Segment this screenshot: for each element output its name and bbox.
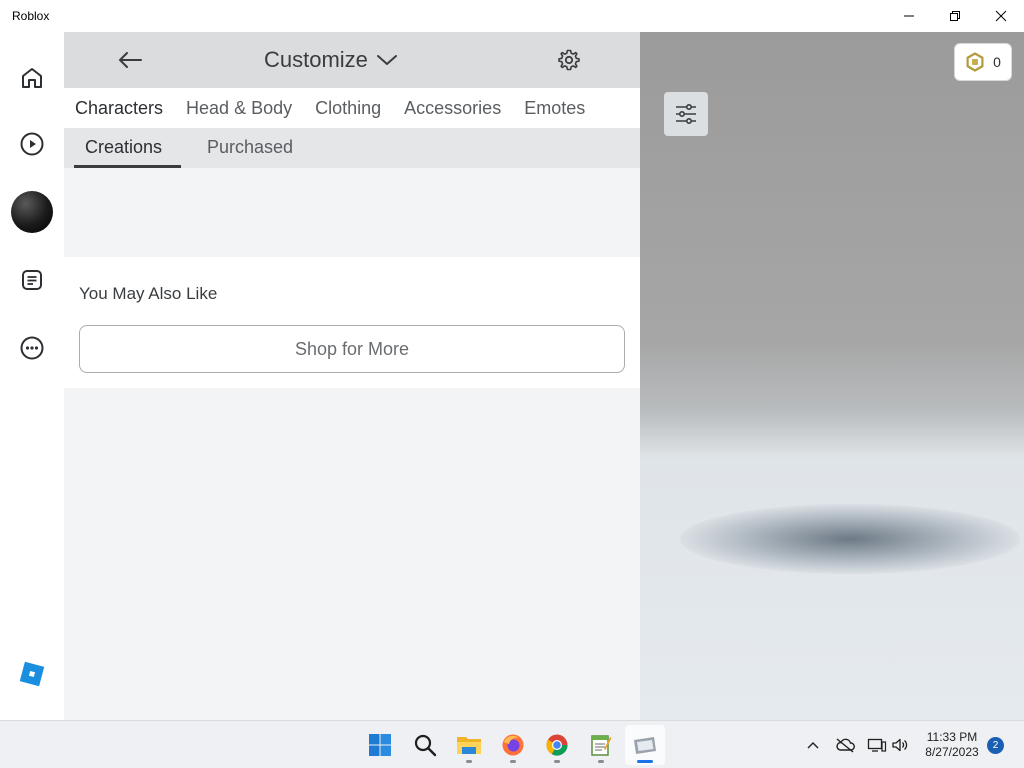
page-title: Customize bbox=[264, 47, 368, 72]
window-title: Roblox bbox=[12, 9, 50, 23]
start-button[interactable] bbox=[360, 725, 400, 765]
search-icon bbox=[414, 734, 437, 757]
category-tabs: Characters Head & Body Clothing Accessor… bbox=[64, 88, 640, 128]
tab-emotes[interactable]: Emotes bbox=[524, 98, 585, 119]
robux-balance: 0 bbox=[993, 54, 1001, 70]
customize-dropdown[interactable]: Customize bbox=[264, 45, 398, 75]
catalog-panel: Customize Characters Head & Body Clothin… bbox=[64, 32, 640, 720]
tab-accessories[interactable]: Accessories bbox=[404, 98, 501, 119]
roblox-app-icon bbox=[634, 737, 656, 754]
file-explorer-icon bbox=[457, 737, 481, 754]
back-button[interactable] bbox=[112, 42, 148, 78]
running-indicator bbox=[598, 760, 604, 763]
firefox-icon bbox=[502, 734, 524, 756]
running-indicator bbox=[466, 760, 472, 763]
minimize-icon bbox=[904, 15, 914, 17]
running-indicator bbox=[510, 760, 516, 763]
taskbar-chrome[interactable] bbox=[537, 725, 577, 765]
taskbar-clock[interactable]: 11:33 PM 8/27/2023 bbox=[916, 730, 988, 760]
arrow-left-icon bbox=[119, 52, 142, 68]
clock-time: 11:33 PM bbox=[926, 730, 978, 744]
taskbar-roblox[interactable] bbox=[625, 725, 665, 765]
taskbar: 11:33 PM 8/27/2023 2 bbox=[0, 720, 1024, 768]
network-tray-button[interactable] bbox=[867, 735, 887, 755]
speaker-icon bbox=[892, 738, 908, 752]
roblox-logo-button[interactable] bbox=[10, 652, 54, 696]
running-indicator bbox=[554, 760, 560, 763]
avatar-shadow bbox=[680, 504, 1020, 574]
tab-characters[interactable]: Characters bbox=[75, 98, 163, 119]
restore-button[interactable] bbox=[932, 0, 978, 32]
notification-badge[interactable]: 2 bbox=[987, 737, 1004, 754]
play-icon bbox=[20, 132, 44, 156]
tab-head-body[interactable]: Head & Body bbox=[186, 98, 292, 119]
network-icon bbox=[867, 738, 887, 752]
chevron-up-icon bbox=[807, 742, 819, 749]
chevron-down-icon bbox=[376, 55, 397, 65]
chrome-icon bbox=[546, 734, 568, 756]
nav-more-button[interactable] bbox=[10, 326, 54, 370]
show-hidden-icons-button[interactable] bbox=[803, 735, 823, 755]
avatar bbox=[11, 191, 53, 233]
active-subtab-indicator bbox=[74, 165, 181, 168]
onedrive-tray-button[interactable] bbox=[835, 735, 855, 755]
taskbar-search-button[interactable] bbox=[405, 725, 445, 765]
clock-date: 8/27/2023 bbox=[925, 745, 979, 759]
taskbar-firefox[interactable] bbox=[493, 725, 533, 765]
left-nav-rail bbox=[0, 32, 64, 720]
home-icon bbox=[22, 68, 42, 88]
sliders-icon bbox=[676, 103, 696, 125]
scene-settings-button[interactable] bbox=[664, 92, 708, 136]
close-button[interactable] bbox=[978, 0, 1024, 32]
avatar-preview-viewport[interactable]: 0 bbox=[640, 32, 1024, 720]
chat-icon bbox=[22, 270, 42, 290]
shop-for-more-button[interactable]: Shop for More bbox=[79, 325, 625, 373]
section-heading: You May Also Like bbox=[79, 284, 218, 303]
windows-start-icon bbox=[369, 734, 391, 756]
you-may-also-like-section: You May Also Like Shop for More bbox=[64, 257, 640, 388]
minimize-button[interactable] bbox=[886, 0, 932, 32]
restore-icon bbox=[950, 11, 960, 21]
close-icon bbox=[995, 10, 1007, 22]
robux-balance-button[interactable]: 0 bbox=[954, 43, 1012, 81]
more-icon bbox=[20, 336, 44, 360]
settings-button[interactable] bbox=[553, 44, 585, 76]
nav-avatar-button[interactable] bbox=[10, 190, 54, 234]
nav-home-button[interactable] bbox=[10, 56, 54, 100]
taskbar-file-explorer[interactable] bbox=[449, 725, 489, 765]
nav-play-button[interactable] bbox=[10, 122, 54, 166]
running-indicator bbox=[637, 760, 653, 763]
cloud-offline-icon bbox=[836, 738, 855, 753]
title-bar: Roblox bbox=[0, 0, 1024, 32]
nav-chat-button[interactable] bbox=[10, 258, 54, 302]
roblox-logo-icon bbox=[19, 661, 45, 687]
tab-clothing[interactable]: Clothing bbox=[315, 98, 381, 119]
volume-tray-button[interactable] bbox=[890, 735, 910, 755]
robux-icon bbox=[966, 52, 984, 72]
subcategory-tabs: Creations Purchased bbox=[64, 128, 640, 168]
subtab-purchased[interactable]: Purchased bbox=[207, 137, 293, 158]
taskbar-notepad[interactable] bbox=[581, 725, 621, 765]
gear-icon bbox=[558, 49, 580, 71]
panel-header: Customize bbox=[64, 32, 640, 88]
notepad-icon bbox=[591, 735, 612, 756]
subtab-creations[interactable]: Creations bbox=[85, 137, 162, 158]
